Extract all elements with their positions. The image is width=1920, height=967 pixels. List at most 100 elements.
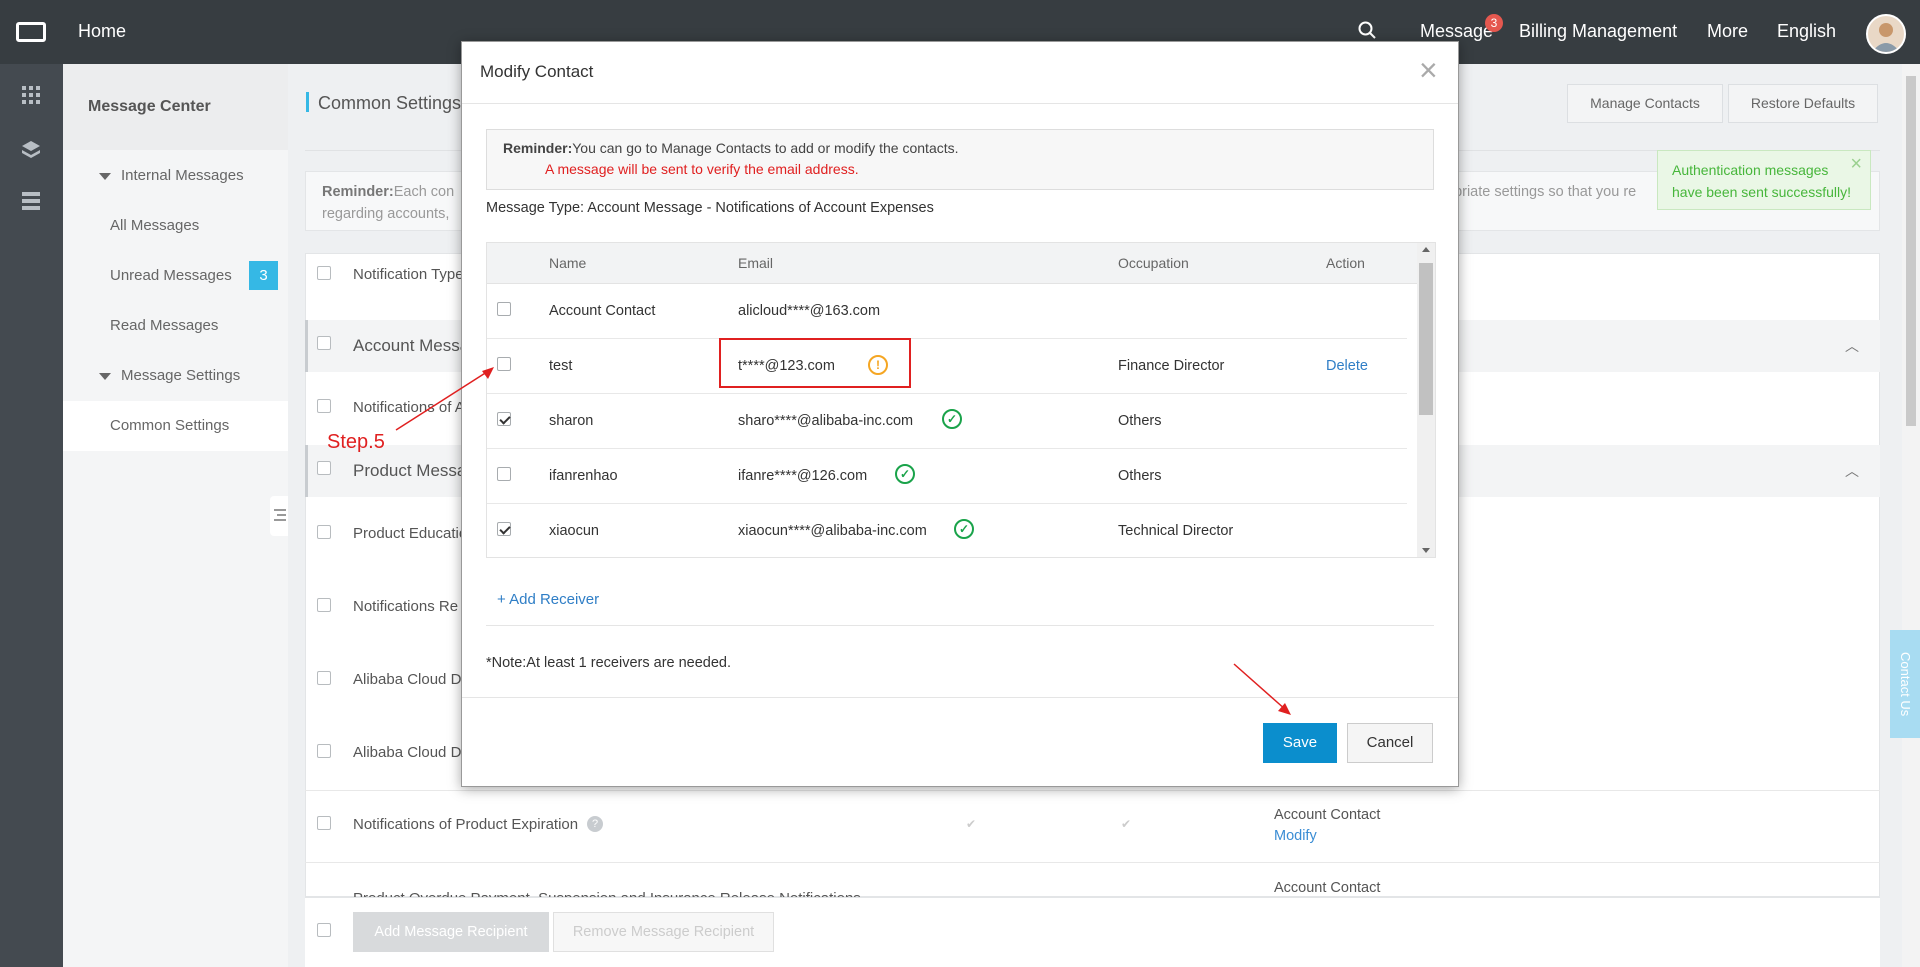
section-checkbox[interactable] bbox=[317, 336, 331, 350]
modify-link[interactable]: Modify bbox=[1274, 828, 1317, 844]
verified-check-icon: ✓ bbox=[895, 464, 915, 484]
sidebar-title: Message Center bbox=[63, 64, 288, 150]
dialog-title: Modify Contact bbox=[480, 62, 594, 81]
section-checkbox[interactable] bbox=[317, 461, 331, 475]
close-icon[interactable]: × bbox=[1850, 153, 1862, 175]
cancel-button[interactable]: Cancel bbox=[1347, 723, 1433, 763]
sidebar-item-label: Read Messages bbox=[110, 317, 219, 334]
help-icon[interactable]: ? bbox=[587, 816, 603, 832]
message-link[interactable]: Message bbox=[1420, 21, 1493, 42]
grid-menu-icon[interactable] bbox=[22, 86, 40, 104]
row-label: Notifications of Product Expiration bbox=[353, 816, 579, 833]
save-button[interactable]: Save bbox=[1263, 723, 1337, 763]
sidebar-item-label: Unread Messages bbox=[110, 267, 232, 284]
table-row[interactable]: xiaocun xiaocun****@alibaba-inc.com ✓ Te… bbox=[487, 504, 1407, 557]
sidebar-item-all-messages[interactable]: All Messages bbox=[63, 201, 288, 251]
sidebar-item-read-messages[interactable]: Read Messages bbox=[63, 301, 288, 351]
row-label: Alibaba Cloud D bbox=[353, 671, 462, 688]
add-message-recipient-button[interactable]: Add Message Recipient bbox=[353, 912, 549, 952]
add-receiver-link[interactable]: + Add Receiver bbox=[497, 591, 599, 608]
row-checkbox[interactable] bbox=[317, 399, 331, 413]
restore-defaults-button[interactable]: Restore Defaults bbox=[1728, 84, 1878, 123]
row-checkbox[interactable] bbox=[497, 467, 511, 481]
row-label: Alibaba Cloud D bbox=[353, 744, 462, 761]
select-all-checkbox[interactable] bbox=[317, 266, 331, 280]
table-row[interactable]: ifanrenhao ifanre****@126.com ✓ Others bbox=[487, 449, 1407, 504]
row-checkbox[interactable] bbox=[317, 671, 331, 685]
page-scrollbar[interactable] bbox=[1902, 64, 1920, 967]
console-logo-icon[interactable] bbox=[16, 22, 46, 42]
contact-name: Account Contact bbox=[549, 303, 656, 319]
sidebar-group-internal-messages[interactable]: Internal Messages bbox=[63, 151, 288, 201]
toast-text: Authentication messages have been sent s… bbox=[1672, 162, 1851, 200]
row-checkbox[interactable] bbox=[317, 525, 331, 539]
contact-name: xiaocun bbox=[549, 523, 599, 539]
user-avatar[interactable] bbox=[1866, 14, 1906, 54]
annotation-arrow-step5 bbox=[395, 367, 494, 431]
chevron-up-icon[interactable]: ︿ bbox=[1845, 461, 1859, 481]
row-label: Notifications Re bbox=[353, 598, 459, 615]
reminder-text-line2: regarding accounts, bbox=[322, 206, 450, 222]
reminder-text: You can go to Manage Contacts to add or … bbox=[572, 140, 959, 156]
receiver-note: *Note:At least 1 receivers are needed. bbox=[486, 655, 732, 671]
row-checkbox[interactable] bbox=[317, 816, 331, 830]
contact-name: ifanrenhao bbox=[549, 468, 618, 484]
remove-message-recipient-button[interactable]: Remove Message Recipient bbox=[553, 912, 774, 952]
contacts-table: Name Email Occupation Action Account Con… bbox=[486, 242, 1436, 558]
section-title: Account Messa bbox=[353, 336, 470, 355]
contact-occupation: Technical Director bbox=[1118, 523, 1234, 539]
row-checkbox[interactable] bbox=[497, 302, 511, 316]
annotation-arrow-save bbox=[1233, 663, 1291, 715]
table-row[interactable]: test t****@123.com ! Finance Director De… bbox=[487, 339, 1407, 394]
table-scrollbar[interactable] bbox=[1417, 243, 1435, 557]
collapse-caret-icon bbox=[99, 172, 111, 180]
contact-email: sharo****@alibaba-inc.com bbox=[738, 413, 914, 429]
manage-contacts-button[interactable]: Manage Contacts bbox=[1567, 84, 1723, 123]
sidebar-item-common-settings[interactable]: Common Settings bbox=[63, 401, 288, 451]
contact-email: alicloud****@163.com bbox=[738, 303, 881, 319]
step-label: Step.5 bbox=[327, 431, 385, 453]
delete-link[interactable]: Delete bbox=[1326, 358, 1368, 374]
title-accent-bar bbox=[306, 92, 309, 112]
table-row[interactable]: Account Contact alicloud****@163.com bbox=[487, 284, 1407, 339]
reminder-text-right: opriate settings so that you re bbox=[1446, 184, 1637, 200]
contact-occupation: Finance Director bbox=[1118, 358, 1225, 374]
recipient-label: Account Contact bbox=[1274, 807, 1381, 823]
row-checkbox[interactable] bbox=[317, 598, 331, 612]
bottom-select-all-checkbox[interactable] bbox=[317, 923, 331, 937]
sidebar-group-label: Internal Messages bbox=[121, 167, 244, 184]
reminder-label: Reminder: bbox=[322, 184, 394, 200]
row-checkbox[interactable] bbox=[497, 522, 511, 536]
scroll-down-arrow-icon[interactable] bbox=[1422, 548, 1430, 553]
message-count-badge: 3 bbox=[1485, 14, 1503, 32]
divider bbox=[462, 103, 1458, 104]
recipient-label: Account Contact bbox=[1274, 880, 1381, 896]
scroll-up-arrow-icon[interactable] bbox=[1422, 247, 1430, 252]
unread-count-badge: 3 bbox=[249, 261, 278, 290]
checkmark-icon: ✔ bbox=[1121, 817, 1132, 831]
chevron-up-icon[interactable]: ︿ bbox=[1845, 336, 1859, 356]
layers-icon[interactable] bbox=[22, 141, 40, 159]
table-row[interactable]: sharon sharo****@alibaba-inc.com ✓ Other… bbox=[487, 394, 1407, 449]
verify-notice: A message will be sent to verify the ema… bbox=[545, 161, 859, 177]
table-scrollbar-thumb[interactable] bbox=[1419, 263, 1433, 415]
page-scrollbar-thumb[interactable] bbox=[1906, 76, 1916, 426]
verified-check-icon: ✓ bbox=[954, 519, 974, 539]
language-selector[interactable]: English bbox=[1777, 21, 1836, 42]
contact-us-tab[interactable]: Contact Us bbox=[1890, 630, 1920, 738]
column-header-email: Email bbox=[738, 255, 774, 271]
search-icon[interactable] bbox=[1358, 21, 1376, 39]
sidebar-collapse-handle[interactable] bbox=[270, 496, 288, 536]
sidebar-item-label: All Messages bbox=[110, 217, 200, 234]
sidebar-group-message-settings[interactable]: Message Settings bbox=[63, 351, 288, 401]
collapse-caret-icon bbox=[99, 372, 111, 380]
home-link[interactable]: Home bbox=[78, 21, 126, 42]
row-checkbox[interactable] bbox=[317, 744, 331, 758]
contact-email: ifanre****@126.com bbox=[738, 468, 868, 484]
close-icon[interactable]: × bbox=[1419, 52, 1438, 89]
contact-occupation: Others bbox=[1118, 413, 1162, 429]
database-icon[interactable] bbox=[22, 192, 40, 210]
billing-management-link[interactable]: Billing Management bbox=[1519, 21, 1677, 42]
success-toast: Authentication messages have been sent s… bbox=[1657, 150, 1871, 210]
more-menu[interactable]: More bbox=[1707, 21, 1748, 42]
